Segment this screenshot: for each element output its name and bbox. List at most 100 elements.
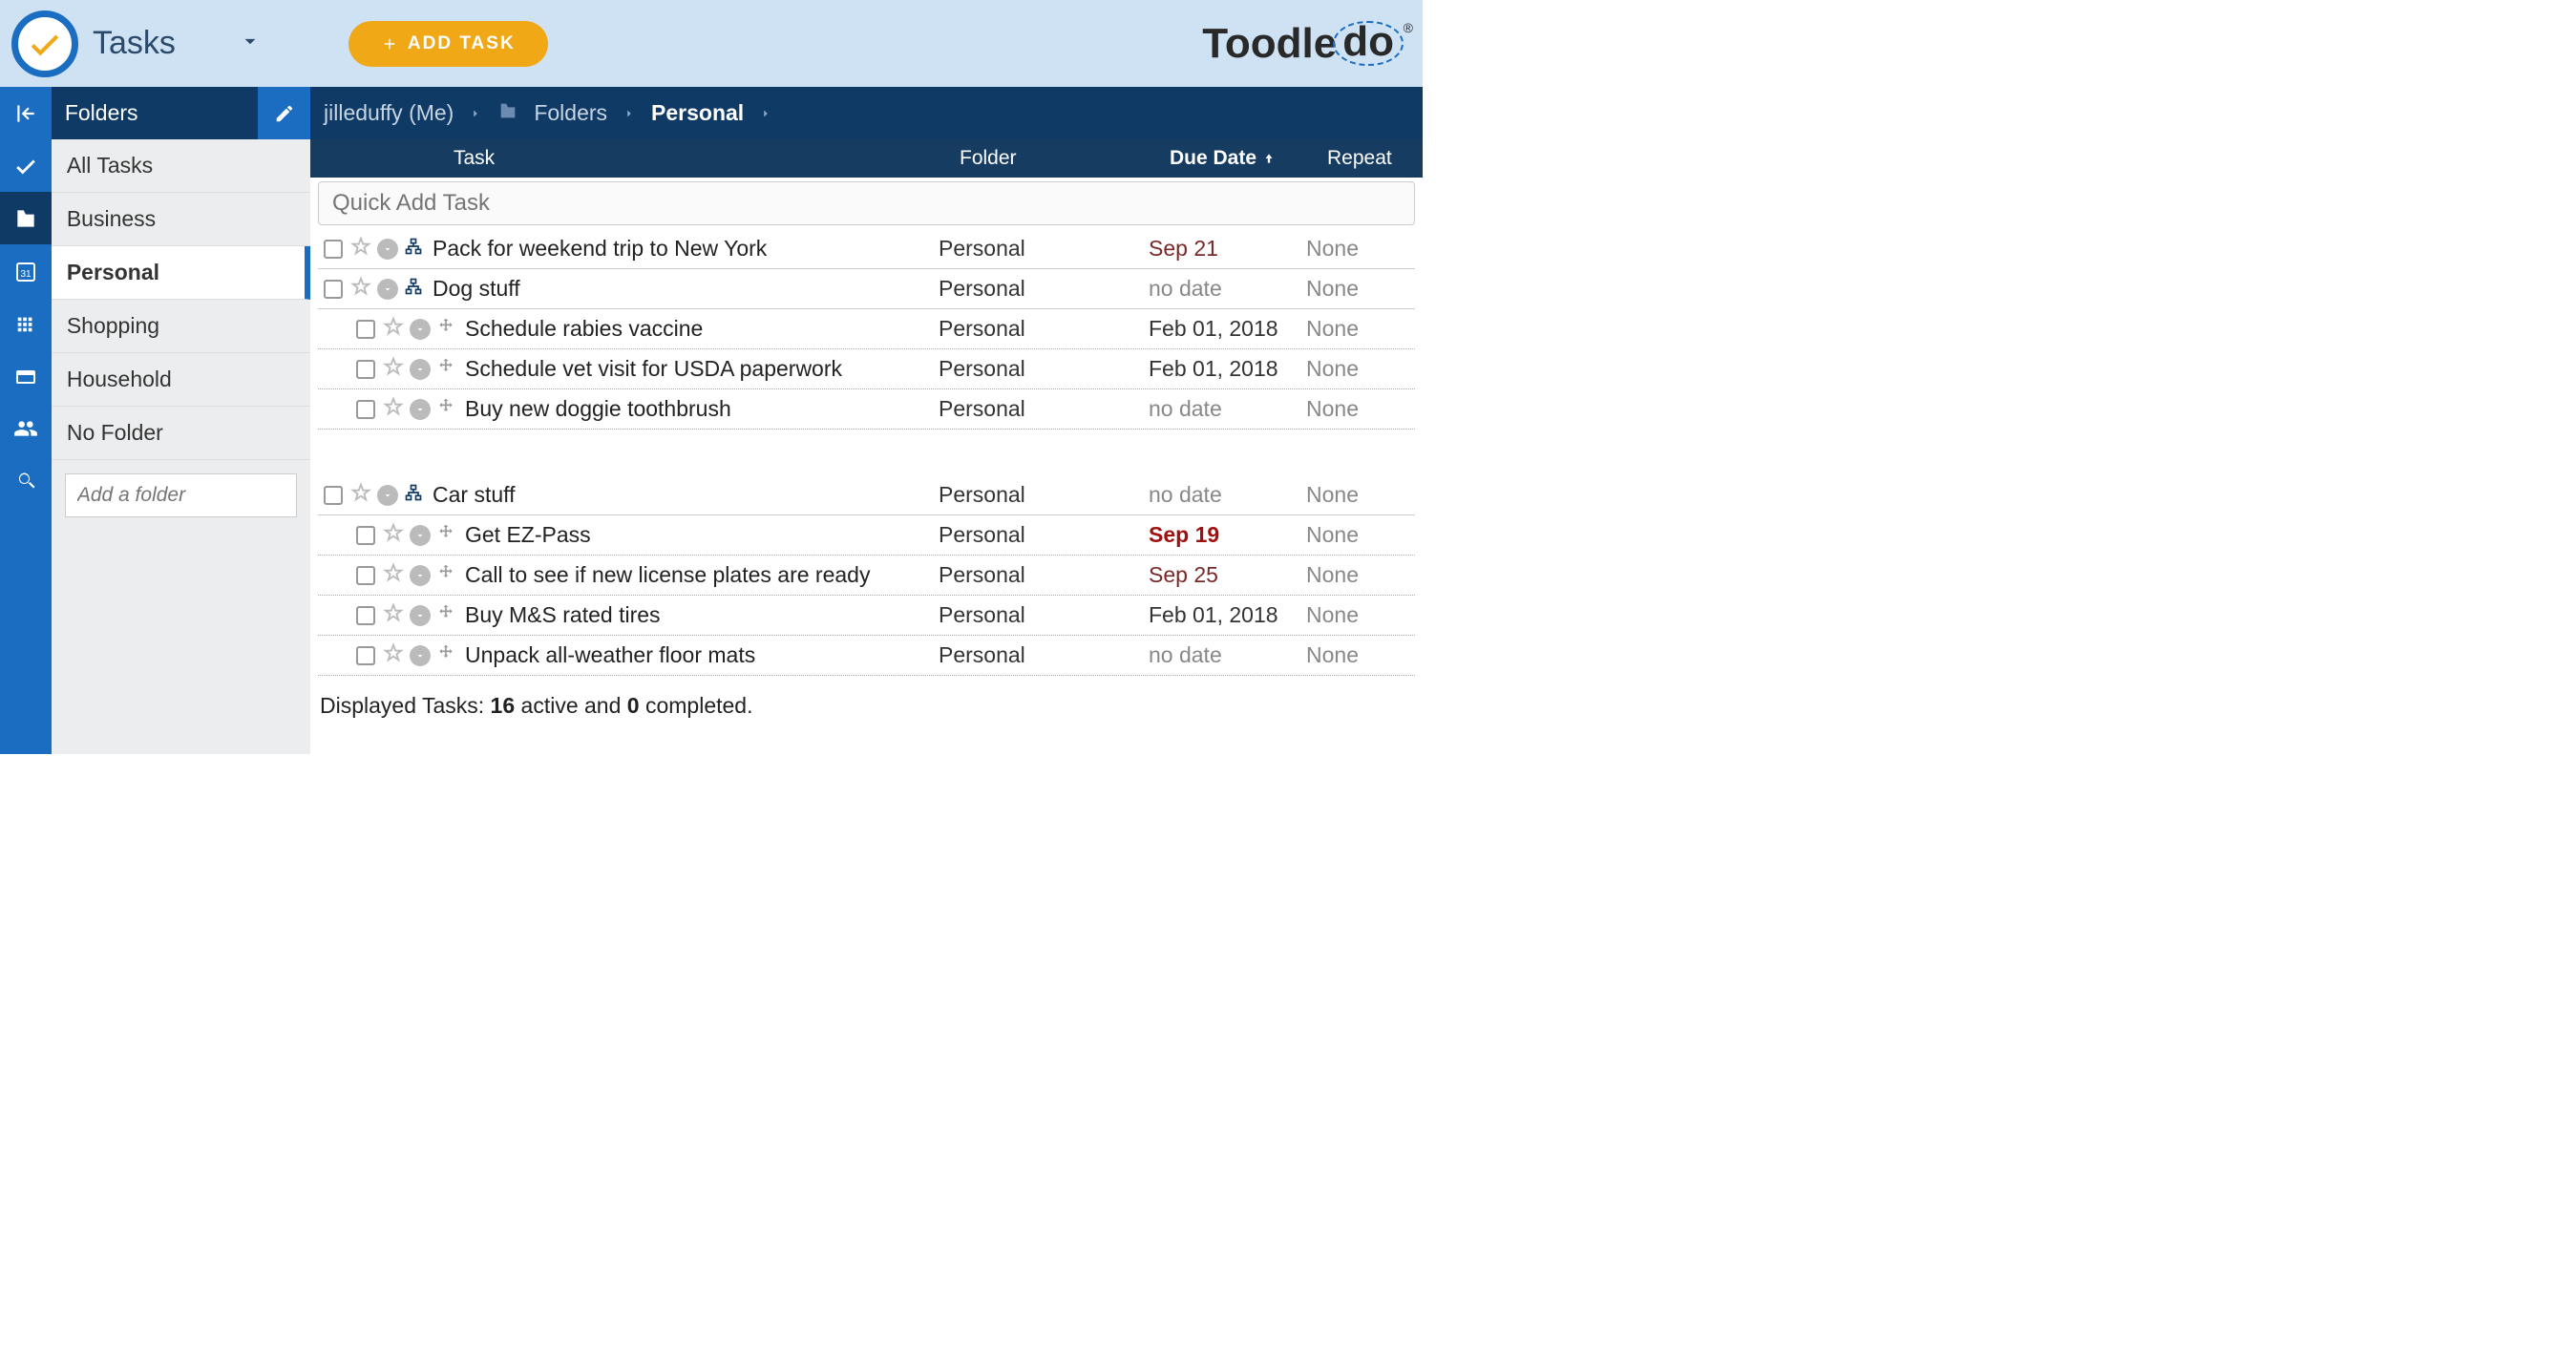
task-due: Sep 21 [1149, 236, 1306, 262]
star-icon[interactable] [383, 396, 404, 422]
task-due: Sep 19 [1149, 522, 1306, 548]
task-row[interactable]: Dog stuffPersonalno dateNone [318, 269, 1415, 309]
add-task-button[interactable]: ADD TASK [348, 21, 548, 67]
expand-toggle[interactable] [377, 239, 398, 260]
col-due[interactable]: Due Date [1170, 147, 1327, 170]
rail-people[interactable] [0, 402, 52, 454]
star-icon[interactable] [383, 316, 404, 342]
col-folder[interactable]: Folder [960, 147, 1170, 170]
edit-folders-button[interactable] [258, 87, 310, 139]
rail-calendar[interactable]: 31 [0, 244, 52, 297]
col-task[interactable]: Task [454, 147, 960, 170]
add-folder-input[interactable] [65, 473, 297, 517]
quick-add-input[interactable] [318, 181, 1415, 225]
task-title: Get EZ-Pass [465, 522, 939, 548]
task-row[interactable]: Buy new doggie toothbrushPersonalno date… [318, 389, 1415, 430]
expand-toggle[interactable] [410, 399, 431, 420]
move-icon[interactable] [436, 563, 455, 587]
expand-toggle[interactable] [410, 605, 431, 626]
col-due-label: Due Date [1170, 147, 1256, 169]
star-icon[interactable] [383, 642, 404, 668]
star-icon[interactable] [383, 356, 404, 382]
task-checkbox[interactable] [356, 646, 375, 665]
task-checkbox[interactable] [356, 320, 375, 339]
app-section-title: Tasks [93, 25, 176, 62]
section-dropdown[interactable] [238, 29, 263, 58]
task-title: Pack for weekend trip to New York [433, 236, 939, 262]
task-checkbox[interactable] [324, 486, 343, 505]
registered-mark: ® [1404, 20, 1413, 35]
folder-header-label: Folders [65, 100, 138, 126]
task-due: Feb 01, 2018 [1149, 356, 1306, 382]
folder-item[interactable]: Business [52, 193, 310, 246]
move-icon[interactable] [436, 603, 455, 627]
star-icon[interactable] [350, 236, 371, 262]
task-row[interactable]: Call to see if new license plates are re… [318, 556, 1415, 596]
task-checkbox[interactable] [356, 526, 375, 545]
expand-toggle[interactable] [410, 525, 431, 546]
move-icon[interactable] [436, 317, 455, 341]
chevron-down-icon [238, 29, 263, 53]
add-folder-wrap [52, 460, 310, 531]
task-repeat: None [1306, 236, 1359, 262]
star-icon[interactable] [383, 562, 404, 588]
brand-suffix: do [1333, 21, 1404, 67]
pencil-icon [274, 103, 295, 124]
task-title: Schedule vet visit for USDA paperwork [465, 356, 939, 382]
move-icon[interactable] [436, 523, 455, 547]
breadcrumb-section[interactable]: Folders [534, 100, 607, 126]
task-title: Buy new doggie toothbrush [465, 396, 939, 422]
task-title: Dog stuff [433, 276, 939, 302]
expand-toggle[interactable] [410, 359, 431, 380]
task-checkbox[interactable] [356, 606, 375, 625]
folder-item[interactable]: All Tasks [52, 139, 310, 193]
star-icon[interactable] [350, 482, 371, 508]
task-checkbox[interactable] [324, 240, 343, 259]
rail-collapse[interactable] [0, 87, 52, 139]
rail-folders[interactable] [0, 192, 52, 244]
expand-toggle[interactable] [410, 645, 431, 666]
chevron-right-icon [469, 100, 482, 126]
rail-grid[interactable] [0, 297, 52, 349]
move-icon[interactable] [436, 643, 455, 667]
breadcrumb-user[interactable]: jilleduffy (Me) [324, 100, 454, 126]
app-logo [11, 10, 78, 77]
rail-checklist[interactable] [0, 139, 52, 192]
folder-item[interactable]: No Folder [52, 407, 310, 460]
task-row[interactable]: Schedule vet visit for USDA paperworkPer… [318, 349, 1415, 389]
chevron-right-icon [623, 100, 636, 126]
task-row[interactable]: Car stuffPersonalno dateNone [318, 475, 1415, 515]
star-icon[interactable] [383, 602, 404, 628]
move-icon[interactable] [436, 357, 455, 381]
task-row[interactable]: Schedule rabies vaccinePersonalFeb 01, 2… [318, 309, 1415, 349]
folder-item[interactable]: Shopping [52, 300, 310, 353]
expand-toggle[interactable] [377, 279, 398, 300]
task-due: Feb 01, 2018 [1149, 602, 1306, 628]
quick-add-wrap [310, 178, 1423, 229]
task-checkbox[interactable] [356, 566, 375, 585]
task-row[interactable]: Unpack all-weather floor matsPersonalno … [318, 636, 1415, 676]
task-folder: Personal [939, 642, 1149, 668]
task-due: no date [1149, 482, 1306, 508]
task-row[interactable]: Get EZ-PassPersonalSep 19None [318, 515, 1415, 556]
expand-toggle[interactable] [410, 565, 431, 586]
rail-search[interactable] [0, 454, 52, 507]
rail-card[interactable] [0, 349, 52, 402]
folder-item[interactable]: Household [52, 353, 310, 407]
task-row[interactable]: Buy M&S rated tiresPersonalFeb 01, 2018N… [318, 596, 1415, 636]
breadcrumb-current: Personal [651, 100, 744, 126]
top-header: Tasks ADD TASK Toodledo ® [0, 0, 1423, 87]
move-icon[interactable] [436, 397, 455, 421]
col-repeat[interactable]: Repeat [1327, 147, 1423, 170]
task-repeat: None [1306, 276, 1359, 302]
folder-item[interactable]: Personal [52, 246, 310, 300]
expand-toggle[interactable] [377, 485, 398, 506]
task-repeat: None [1306, 562, 1359, 588]
star-icon[interactable] [383, 522, 404, 548]
task-checkbox[interactable] [356, 400, 375, 419]
task-row[interactable]: Pack for weekend trip to New YorkPersona… [318, 229, 1415, 269]
task-checkbox[interactable] [324, 280, 343, 299]
task-checkbox[interactable] [356, 360, 375, 379]
star-icon[interactable] [350, 276, 371, 302]
expand-toggle[interactable] [410, 319, 431, 340]
